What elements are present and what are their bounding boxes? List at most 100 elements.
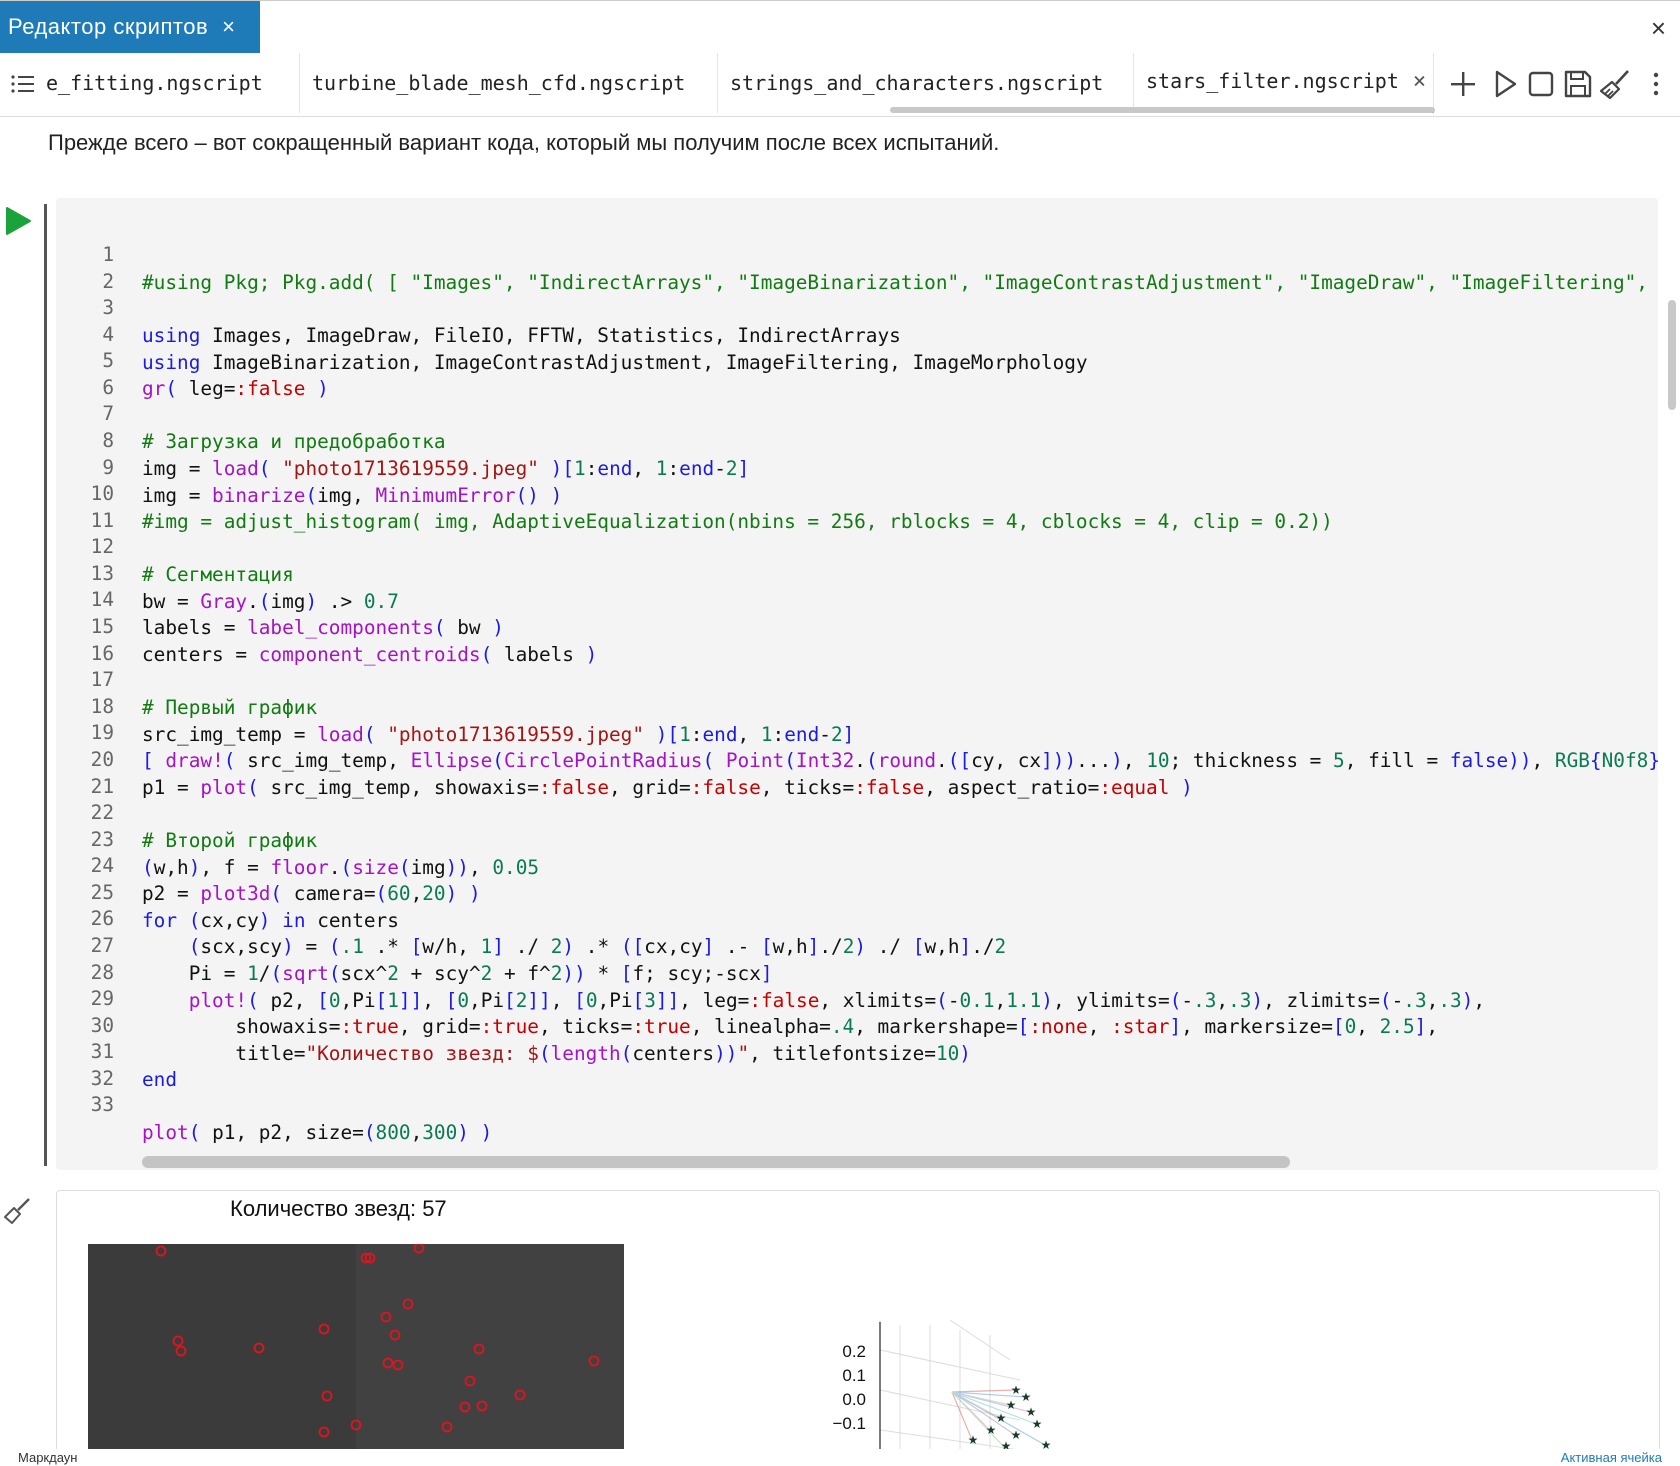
code-line: 18 src_img_temp = load( "photo1713619559… — [56, 665, 855, 746]
line-text: #img = adjust_histogram( img, AdaptiveEq… — [142, 510, 1333, 533]
line-text: for (cx,cy) in centers — [142, 909, 399, 932]
axis-tick-label: 0.0 — [842, 1390, 866, 1409]
line-text: img = binarize(img, MinimumError() ) — [142, 484, 563, 507]
code-line: 6 — [56, 346, 114, 399]
code-line: 33 plot( p1, p2, size=(800,300) ) — [56, 1063, 493, 1144]
editor-window-tab[interactable]: Редактор скриптов × — [0, 1, 260, 53]
line-text: src_img_temp = load( "photo1713619559.jp… — [142, 723, 855, 746]
code-line: 24 p2 = plot3d( camera=(60,20) ) — [56, 824, 481, 905]
status-bar: Маркдаун Активная ячейка — [0, 1449, 1680, 1466]
line-text: labels = label_components( bw ) — [142, 616, 504, 639]
code-line: 2 — [56, 240, 114, 293]
code-line: 27 Pi = 1/(sqrt(scx^2 + scy^2 + f^2)) * … — [56, 904, 773, 985]
tab-label: e_fitting.ngscript — [46, 71, 263, 95]
code-line: 4 using ImageBinarization, ImageContrast… — [56, 293, 1087, 374]
star-point: ★ — [996, 1411, 1007, 1425]
tab-turbine-blade-mesh-cfd[interactable]: turbine_blade_mesh_cfd.ngscript — [300, 53, 718, 113]
title-bar: Редактор скриптов × × — [0, 0, 1680, 54]
window-close-icon[interactable]: × — [1651, 13, 1666, 44]
star-point: ★ — [1021, 1390, 1032, 1404]
code-line: 30 title="Количество звезд: $(length(cen… — [56, 984, 971, 1065]
axis-tick-label: 0.2 — [842, 1342, 866, 1361]
line-text: using Images, ImageDraw, FileIO, FFTW, S… — [142, 324, 901, 347]
code-line: 13 bw = Gray.(img) .> 0.7 — [56, 532, 399, 613]
star-point: ★ — [1011, 1428, 1022, 1442]
tab-e-fitting[interactable]: e_fitting.ngscript — [46, 53, 300, 113]
star-point: ★ — [968, 1433, 979, 1447]
line-text: (w,h), f = floor.(size(img)), 0.05 — [142, 856, 540, 879]
code-horizontal-scrollbar[interactable] — [142, 1156, 1290, 1168]
star-point: ★ — [1032, 1417, 1043, 1431]
code-line: 29 showaxis=:true, grid=:true, ticks=:tr… — [56, 957, 1438, 1038]
tab-label: turbine_blade_mesh_cfd.ngscript — [312, 71, 686, 95]
vertical-scrollbar[interactable] — [1668, 300, 1676, 410]
code-cell[interactable]: 1 #using Pkg; Pkg.add( [ "Images", "Indi… — [56, 198, 1658, 1170]
close-icon[interactable]: × — [1413, 69, 1426, 94]
code-line: 22 # Второй график — [56, 771, 317, 852]
tab-label: stars_filter.ngscript — [1146, 69, 1399, 93]
plot-title: Количество звезд: 57 — [230, 1196, 447, 1221]
code-line: 14 labels = label_components( bw ) — [56, 558, 504, 639]
code-line: 26 (scx,scy) = (.1 .* [w/h, 1] ./ 2) .* … — [56, 877, 1007, 958]
markdown-paragraph[interactable]: Прежде всего – вот сокращенный вариант к… — [48, 130, 999, 156]
code-line: 9 img = binarize(img, MinimumError() ) — [56, 426, 562, 507]
code-line: 7 # Загрузка и предобработка — [56, 372, 445, 453]
more-icon[interactable] — [1646, 67, 1666, 101]
line-text: [ draw!( src_img_temp, Ellipse(CirclePoi… — [142, 749, 1658, 772]
tab-scrollbar[interactable] — [890, 107, 1435, 113]
axis-tick-label: −0.1 — [832, 1414, 866, 1433]
clear-output-icon[interactable] — [2, 1196, 32, 1226]
code-line: 32 — [56, 1037, 114, 1090]
file-tab-bar: e_fitting.ngscript turbine_blade_mesh_cf… — [0, 53, 1680, 117]
run-icon[interactable] — [1488, 67, 1522, 101]
line-text: p2 = plot3d( camera=(60,20) ) — [142, 882, 481, 905]
line-text: plot!( p2, [0,Pi[1]], [0,Pi[2]], [0,Pi[3… — [188, 989, 1486, 1012]
line-text: end — [142, 1068, 178, 1091]
editor-window-title: Редактор скриптов — [8, 14, 209, 39]
add-icon[interactable] — [1446, 67, 1480, 101]
line-text: img = load( "photo1713619559.jpeg" )[1:e… — [142, 457, 750, 480]
code-line: 16 — [56, 612, 114, 665]
star-point: ★ — [1006, 1398, 1017, 1412]
code-line: 12 # Сегментация — [56, 505, 294, 586]
save-icon[interactable] — [1561, 67, 1595, 101]
clear-icon[interactable] — [1598, 67, 1632, 101]
line-text: p1 = plot( src_img_temp, showaxis=:false… — [142, 776, 1193, 799]
run-cell-icon[interactable] — [4, 206, 32, 236]
axis-tick-label: 0.1 — [842, 1366, 866, 1385]
line-text: # Первый график — [142, 696, 318, 719]
line-text: (scx,scy) = (.1 .* [w/h, 1] ./ 2) .* ([c… — [188, 935, 1007, 958]
line-text: # Загрузка и предобработка — [142, 430, 446, 453]
star-3d-plot: 0.2 0.1 0.0 −0.1 ★ ★ ★ ★ ★ ★ ★ ★ ★ ★ ★ — [832, 1320, 1051, 1450]
code-line: 21 — [56, 745, 114, 798]
code-line: 19 [ draw!( src_img_temp, Ellipse(Circle… — [56, 691, 1658, 772]
code-line: 31 end — [56, 1010, 177, 1091]
line-text: # Сегментация — [142, 563, 294, 586]
code-line: 15 centers = component_centroids( labels… — [56, 585, 598, 666]
star-point: ★ — [986, 1423, 997, 1437]
code-line: 3 using Images, ImageDraw, FileIO, FFTW,… — [56, 266, 901, 347]
code-line: 10 #img = adjust_histogram( img, Adaptiv… — [56, 452, 1333, 533]
outline-icon[interactable] — [8, 69, 38, 99]
star-photo-plot — [88, 1244, 624, 1450]
line-text: title="Количество звезд: $(length(center… — [142, 1042, 971, 1065]
code-line: 17 # Первый график — [56, 638, 317, 719]
active-cell-label[interactable]: Активная ячейка — [1561, 1450, 1662, 1465]
line-text: Pi = 1/(sqrt(scx^2 + scy^2 + f^2)) * [f;… — [142, 962, 773, 985]
active-cell-indicator — [44, 204, 47, 1166]
line-text: plot( p1, p2, size=(800,300) ) — [142, 1121, 493, 1144]
code-line: 8 img = load( "photo1713619559.jpeg" )[1… — [56, 399, 749, 480]
close-icon[interactable]: × — [222, 14, 235, 40]
tab-stars-filter[interactable]: stars_filter.ngscript × — [1134, 53, 1434, 113]
line-text: gr( leg=:false ) — [142, 377, 329, 400]
line-text: showaxis=:true, grid=:true, ticks=:true,… — [142, 1015, 1439, 1038]
code-line: 1 #using Pkg; Pkg.add( [ "Images", "Indi… — [56, 213, 1648, 294]
stop-icon[interactable] — [1524, 67, 1558, 101]
code-line: 25 for (cx,cy) in centers — [56, 851, 399, 932]
line-text: # Второй график — [142, 829, 318, 852]
line-text: using ImageBinarization, ImageContrastAd… — [142, 351, 1088, 374]
cell-type-label[interactable]: Маркдаун — [18, 1450, 77, 1465]
tab-label: strings_and_characters.ngscript — [730, 71, 1104, 95]
tab-strings-and-characters[interactable]: strings_and_characters.ngscript — [718, 53, 1134, 113]
line-text: #using Pkg; Pkg.add( [ "Images", "Indire… — [142, 271, 1658, 294]
